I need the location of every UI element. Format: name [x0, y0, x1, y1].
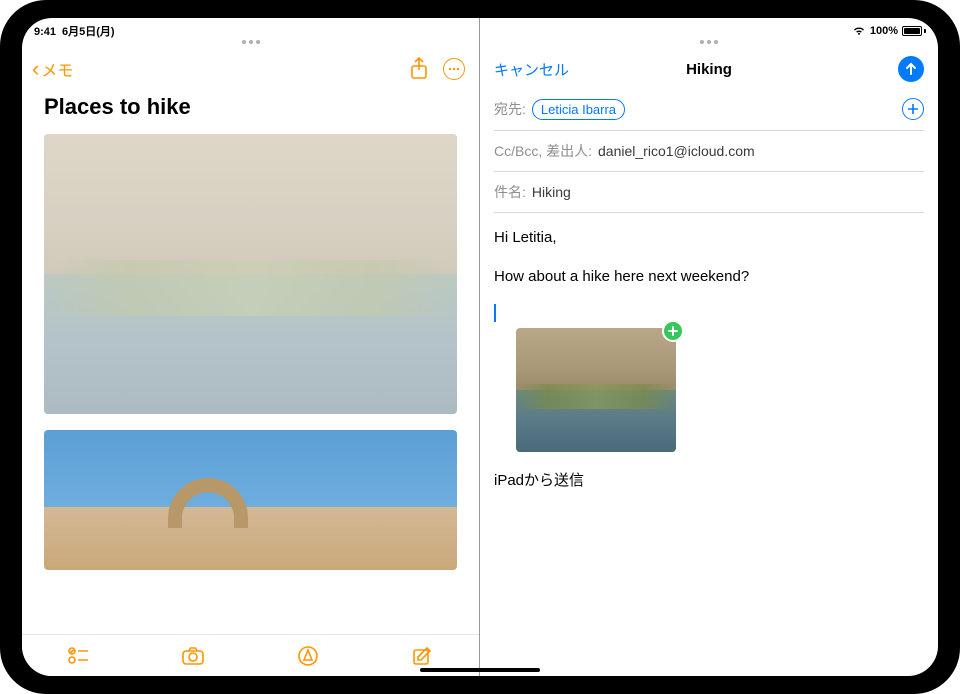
text-cursor-line	[494, 304, 924, 322]
attachment-image	[516, 328, 676, 452]
from-value: daniel_rico1@icloud.com	[598, 143, 755, 159]
notes-toolbar	[22, 634, 479, 676]
checklist-button[interactable]	[66, 643, 92, 669]
notes-app-pane: 9:41 6月5日(月) ‹ メモ	[22, 18, 480, 676]
more-button[interactable]	[443, 58, 465, 80]
back-label: メモ	[41, 57, 73, 81]
mail-compose-pane: 100% キャンセル Hiking 宛先: Leticia Ib	[480, 18, 938, 676]
chevron-left-icon: ‹	[32, 61, 39, 77]
status-bar-right: 100%	[480, 18, 938, 40]
mail-compose-title: Hiking	[686, 61, 732, 78]
to-field[interactable]: 宛先: Leticia Ibarra	[494, 88, 924, 131]
mail-header-fields: 宛先: Leticia Ibarra Cc/Bcc, 差出人: daniel_r…	[480, 88, 938, 213]
multitask-control-right[interactable]	[700, 40, 718, 44]
note-content[interactable]: Places to hike	[22, 88, 479, 634]
to-label: 宛先:	[494, 99, 526, 119]
body-line-1: Hi Letitia,	[494, 227, 924, 250]
ipad-frame: 9:41 6月5日(月) ‹ メモ	[0, 0, 960, 694]
note-image-2[interactable]	[44, 430, 457, 570]
status-date: 6月5日(月)	[62, 23, 115, 39]
status-bar-left: 9:41 6月5日(月)	[22, 18, 479, 40]
ccbcc-label: Cc/Bcc, 差出人:	[494, 141, 592, 161]
subject-field[interactable]: 件名: Hiking	[494, 172, 924, 213]
mail-body[interactable]: Hi Letitia, How about a hike here next w…	[480, 213, 938, 523]
subject-value: Hiking	[532, 184, 571, 200]
notes-navbar: ‹ メモ	[22, 40, 479, 88]
ccbcc-from-field[interactable]: Cc/Bcc, 差出人: daniel_rico1@icloud.com	[494, 131, 924, 172]
recipient-pill[interactable]: Leticia Ibarra	[532, 99, 625, 120]
subject-label: 件名:	[494, 182, 526, 202]
compose-button[interactable]	[409, 643, 435, 669]
back-button[interactable]: ‹ メモ	[32, 57, 73, 81]
ellipsis-icon	[443, 58, 465, 80]
home-indicator[interactable]	[420, 668, 540, 672]
text-cursor	[494, 304, 496, 322]
battery-percent: 100%	[870, 25, 898, 37]
note-image-1[interactable]	[44, 134, 457, 414]
screen: 9:41 6月5日(月) ‹ メモ	[22, 18, 938, 676]
cancel-button[interactable]: キャンセル	[494, 59, 569, 80]
mail-signature: iPadから送信	[494, 470, 924, 493]
markup-button[interactable]	[295, 643, 321, 669]
camera-button[interactable]	[180, 643, 206, 669]
send-button[interactable]	[898, 56, 924, 82]
add-attachment-badge	[662, 320, 684, 342]
attachment-dragging[interactable]	[516, 328, 676, 452]
note-title: Places to hike	[44, 94, 457, 120]
wifi-icon	[852, 26, 866, 36]
share-button[interactable]	[409, 57, 429, 81]
multitask-control[interactable]	[242, 40, 260, 44]
status-time: 9:41	[34, 26, 56, 38]
add-contact-button[interactable]	[902, 98, 924, 120]
battery-icon	[902, 26, 926, 36]
body-line-2: How about a hike here next weekend?	[494, 266, 924, 289]
mail-navbar: キャンセル Hiking	[480, 40, 938, 88]
